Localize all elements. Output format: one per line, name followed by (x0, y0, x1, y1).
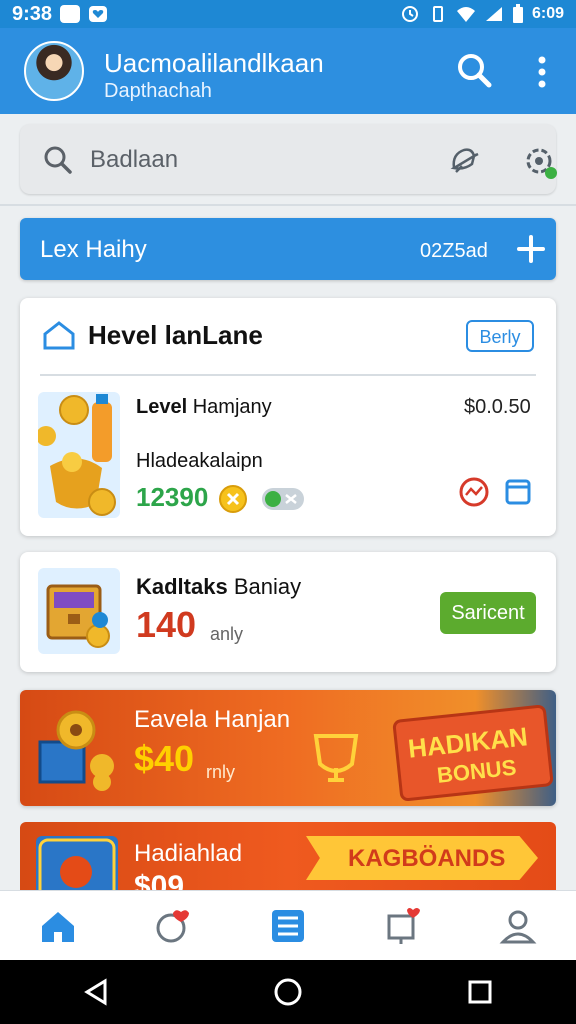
search-icon[interactable] (454, 50, 494, 90)
trophy-icon (313, 734, 359, 782)
favorite-icon[interactable] (153, 906, 193, 946)
offer-amount: 140 (136, 604, 197, 645)
level-banner[interactable]: Lex Haihy 02Z5ad (20, 218, 556, 280)
promo-banner-secondary[interactable]: Hadiahlad $09 KAGBÖANDS (20, 822, 556, 890)
promo-title: Eavela Hanjan (134, 706, 291, 733)
status-time-right: 6:09 (531, 5, 564, 22)
level-card: Hevel lanLane Berly Level Hamjany $0.0.5… (20, 298, 556, 536)
trend-icon[interactable] (458, 476, 490, 508)
home-icon[interactable] (38, 906, 78, 946)
promo-secondary-title: Hadiahlad (134, 840, 243, 867)
level-card-title: Hevel lanLane (88, 320, 263, 350)
recents-icon[interactable] (463, 975, 497, 1009)
item-subtitle: Hladeakalaipn (136, 450, 263, 472)
promo-unit: rnly (206, 762, 236, 782)
home-button-icon[interactable] (271, 975, 305, 1009)
search-input[interactable]: Badlaan (90, 146, 178, 174)
app-subtitle: Dapthachah (104, 80, 212, 102)
offer-action-button[interactable]: Saricent (440, 592, 536, 634)
promo-gift-image (36, 704, 118, 792)
status-bar: 9:38 6:09 (0, 0, 576, 28)
promo-banner[interactable]: Eavela Hanjan $40 rnly HADIKAN BONUS (20, 690, 556, 806)
app-bar: Uacmoalilandlkaan Dapthachah (0, 28, 576, 114)
search-field-icon (44, 146, 72, 174)
level-value: 02Z5ad (420, 240, 488, 262)
heart-notification-icon (89, 6, 108, 22)
app-title: Uacmoalilandlkaan (104, 48, 324, 78)
promo-amount: $40 (134, 738, 195, 779)
app-notification-icon (60, 5, 81, 23)
item-count: 12390 (136, 482, 209, 512)
coins-bottle-image (38, 392, 120, 518)
item-name: Level Hamjany (136, 396, 272, 418)
avatar[interactable] (24, 41, 84, 101)
coin-icon (219, 485, 247, 513)
more-options-icon[interactable] (530, 52, 554, 92)
list-icon[interactable] (268, 906, 308, 946)
item-price: $0.0.50 (464, 396, 531, 418)
toggle-icon[interactable] (262, 488, 304, 510)
calendar-icon[interactable] (504, 478, 532, 506)
system-navigation (0, 960, 576, 1024)
voice-search-icon[interactable] (446, 142, 482, 178)
divider (0, 204, 576, 206)
settings-icon[interactable] (520, 142, 560, 182)
back-icon[interactable] (79, 975, 113, 1009)
offer-card: Kadltaks Baniay 140 anly Saricent (20, 552, 556, 672)
search-bar[interactable]: Badlaan (20, 124, 557, 194)
card-divider (40, 374, 536, 376)
offer-title: Kadltaks Baniay (136, 574, 302, 599)
treasure-box-image (38, 568, 120, 654)
promo-secondary-tag[interactable]: KAGBÖANDS (306, 836, 538, 880)
level-label: Lex Haihy (40, 236, 147, 263)
profile-icon[interactable] (498, 906, 538, 946)
offer-unit: anly (210, 624, 244, 644)
add-icon[interactable] (516, 234, 546, 264)
signal-icon (485, 7, 502, 21)
bottom-navigation (0, 890, 576, 961)
bonus-badge: HADIKAN BONUS (392, 704, 554, 802)
home-outline-icon (43, 321, 75, 350)
notifications-icon[interactable] (383, 906, 423, 946)
battery-icon (512, 4, 523, 23)
vibrate-icon (432, 6, 443, 22)
alarm-icon (401, 6, 418, 22)
wifi-icon (456, 7, 475, 22)
promo-secondary-amount: $09 (134, 870, 185, 890)
level-card-badge[interactable]: Berly (466, 320, 534, 352)
promo-game-image (36, 836, 118, 890)
status-time: 9:38 (12, 2, 53, 25)
